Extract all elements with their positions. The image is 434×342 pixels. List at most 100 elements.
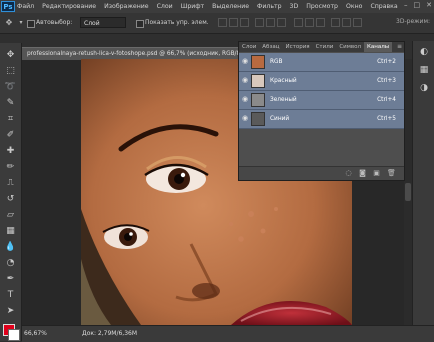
load-selection-icon[interactable]: ◌ — [345, 170, 352, 177]
align-top-icon[interactable] — [218, 18, 227, 27]
channel-row-red[interactable]: ◉ Красный Ctrl+3 — [239, 72, 404, 91]
distribute-hcenter-icon[interactable] — [342, 18, 351, 27]
path-selection-tool-icon[interactable]: ➤ — [4, 305, 17, 317]
auto-select-dropdown[interactable]: Слой — [80, 17, 126, 28]
show-transform-controls-label: Показать упр. элем. — [145, 19, 209, 26]
dodge-tool-icon[interactable]: ◔ — [4, 257, 17, 269]
right-panel-dock: ◐ ▦ ◑ — [412, 41, 434, 325]
close-icon[interactable]: ✕ — [426, 1, 432, 9]
adjustments-panel-icon[interactable]: ◑ — [419, 83, 429, 93]
pen-tool-icon[interactable]: ✒ — [4, 273, 17, 285]
menu-view[interactable]: Просмотр — [306, 3, 338, 10]
new-channel-icon[interactable]: ▣ — [373, 170, 380, 177]
lasso-tool-icon[interactable]: ➰ — [4, 81, 17, 93]
eyedropper-tool-icon[interactable]: ✐ — [4, 129, 17, 141]
channels-panel: Слои Абзац История Стили Символ Каналы ≡… — [238, 41, 405, 181]
tab-character[interactable]: Символ — [336, 44, 364, 50]
menu-image[interactable]: Изображение — [104, 3, 149, 10]
menu-type[interactable]: Шрифт — [181, 3, 204, 10]
tab-history[interactable]: История — [283, 44, 313, 50]
auto-select-value: Слой — [84, 20, 100, 27]
crop-tool-icon[interactable]: ⌗ — [4, 113, 17, 125]
channel-name: RGB — [270, 59, 283, 65]
menu-edit[interactable]: Редактирование — [42, 3, 96, 10]
panel-menu-icon[interactable]: ≡ — [397, 43, 402, 50]
history-brush-tool-icon[interactable]: ↺ — [4, 193, 17, 205]
channel-thumbnail — [251, 93, 265, 107]
scrollbar-thumb[interactable] — [405, 183, 411, 201]
eye-icon[interactable]: ◉ — [242, 115, 249, 122]
healing-brush-tool-icon[interactable]: ✚ — [4, 145, 17, 157]
auto-select-label: Автовыбор: — [36, 19, 73, 26]
color-panel-icon[interactable]: ◐ — [419, 47, 429, 57]
distribute-bottom-icon[interactable] — [316, 18, 325, 27]
distribute-left-icon[interactable] — [331, 18, 340, 27]
eye-icon[interactable]: ◉ — [242, 96, 249, 103]
channel-row-blue[interactable]: ◉ Синий Ctrl+5 — [239, 110, 404, 129]
save-selection-icon[interactable]: ◙ — [359, 170, 366, 177]
maximize-icon[interactable]: □ — [414, 1, 421, 9]
channel-row-rgb[interactable]: ◉ RGB Ctrl+2 — [239, 53, 404, 72]
quick-select-tool-icon[interactable]: ✎ — [4, 97, 17, 109]
channel-thumbnail — [251, 55, 265, 69]
eye-icon[interactable]: ◉ — [242, 58, 249, 65]
align-hcenter-icon[interactable] — [266, 18, 275, 27]
clone-stamp-tool-icon[interactable]: ⎍ — [4, 177, 17, 189]
menu-layers[interactable]: Слои — [157, 3, 173, 10]
window-controls: – □ ✕ — [404, 1, 432, 9]
channel-shortcut: Ctrl+4 — [377, 97, 396, 103]
channel-thumbnail — [251, 112, 265, 126]
tab-styles[interactable]: Стили — [313, 44, 337, 50]
channel-name: Синий — [270, 116, 290, 122]
vertical-scrollbar[interactable] — [404, 59, 412, 325]
eraser-tool-icon[interactable]: ▱ — [4, 209, 17, 221]
distribute-right-icon[interactable] — [353, 18, 362, 27]
eye-icon[interactable]: ◉ — [242, 77, 249, 84]
channel-thumbnail — [251, 74, 265, 88]
tool-preset-chevron-icon[interactable]: ▾ — [16, 18, 26, 28]
show-transform-controls-checkbox[interactable] — [136, 20, 144, 28]
menu-filter[interactable]: Фильтр — [257, 3, 281, 10]
blur-tool-icon[interactable]: 💧 — [4, 241, 17, 253]
align-bottom-icon[interactable] — [240, 18, 249, 27]
channel-row-green[interactable]: ◉ Зеленый Ctrl+4 — [239, 91, 404, 110]
move-tool-icon[interactable]: ✥ — [4, 18, 14, 28]
minimize-icon[interactable]: – — [404, 1, 408, 9]
menu-select[interactable]: Выделение — [212, 3, 249, 10]
tab-channels[interactable]: Каналы — [364, 42, 393, 52]
panel-tabs: Слои Абзац История Стили Символ Каналы ≡ — [239, 42, 404, 52]
panel-footer: ◌ ◙ ▣ 🗑 — [239, 166, 404, 180]
distribute-vcenter-icon[interactable] — [305, 18, 314, 27]
options-bar: ✥ ▾ Автовыбор: Слой Показать упр. элем. … — [0, 13, 434, 34]
channel-name: Красный — [270, 78, 297, 84]
menu-file[interactable]: Файл — [17, 3, 34, 10]
channel-name: Зеленый — [270, 97, 297, 103]
background-color-swatch[interactable] — [8, 329, 20, 341]
marquee-tool-icon[interactable]: ⬚ — [4, 65, 17, 77]
tools-panel: ✥ ⬚ ➰ ✎ ⌗ ✐ ✚ ✏ ⎍ ↺ ▱ ▦ 💧 ◔ ✒ T ➤ — [0, 43, 22, 341]
gradient-tool-icon[interactable]: ▦ — [4, 225, 17, 237]
menu-help[interactable]: Справка — [370, 3, 397, 10]
align-left-icon[interactable] — [255, 18, 264, 27]
align-vcenter-icon[interactable] — [229, 18, 238, 27]
document-size: Док: 2,79M/6,36M — [82, 330, 138, 337]
brush-tool-icon[interactable]: ✏ — [4, 161, 17, 173]
type-tool-icon[interactable]: T — [4, 289, 17, 301]
delete-channel-icon[interactable]: 🗑 — [387, 170, 396, 177]
tab-paragraph[interactable]: Абзац — [259, 44, 282, 50]
menu-3d[interactable]: 3D — [290, 3, 299, 10]
move-tool-icon[interactable]: ✥ — [4, 49, 17, 61]
distribute-top-icon[interactable] — [294, 18, 303, 27]
tab-layers[interactable]: Слои — [239, 44, 259, 50]
auto-select-checkbox[interactable] — [27, 20, 35, 28]
photoshop-logo: Ps — [1, 1, 15, 12]
channel-shortcut: Ctrl+3 — [377, 78, 396, 84]
zoom-level[interactable]: 66,67% — [24, 330, 47, 337]
status-bar: 66,67% Док: 2,79M/6,36M — [22, 325, 434, 342]
mode-3d-label: 3D-режим: — [396, 18, 430, 25]
menu-window[interactable]: Окно — [346, 3, 362, 10]
channel-shortcut: Ctrl+5 — [377, 116, 396, 122]
swatches-panel-icon[interactable]: ▦ — [419, 65, 429, 75]
channel-shortcut: Ctrl+2 — [377, 59, 396, 65]
align-right-icon[interactable] — [277, 18, 286, 27]
